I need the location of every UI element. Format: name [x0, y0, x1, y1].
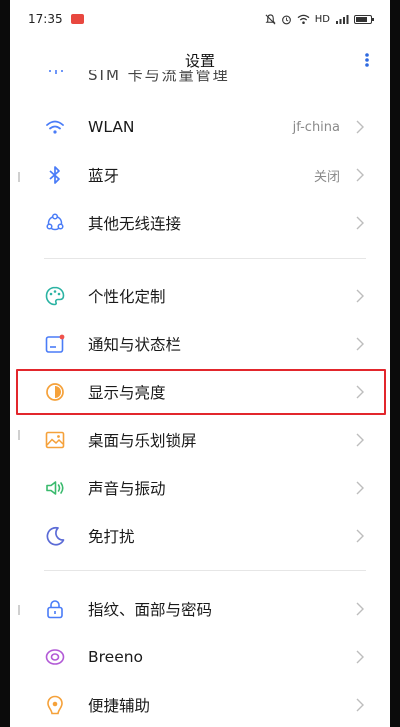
palette-icon	[45, 286, 65, 306]
status-bar: 17:35 HD	[10, 0, 390, 38]
settings-item-wlan[interactable]: WLAN jf-china	[10, 103, 390, 151]
chevron-right-icon	[356, 698, 364, 712]
bluetooth-value: 关闭	[313, 169, 340, 185]
security-label: 指纹、面部与密码	[88, 601, 213, 619]
wifi-icon	[46, 120, 64, 134]
personalize-label: 个性化定制	[88, 288, 166, 306]
section-divider	[44, 258, 366, 259]
accessibility-label: 便捷辅助	[88, 697, 151, 715]
chevron-right-icon	[356, 168, 364, 182]
section-divider	[44, 570, 366, 571]
chevron-right-icon	[356, 216, 364, 230]
chevron-right-icon	[356, 120, 364, 134]
settings-item-dnd[interactable]: 免打扰	[10, 512, 390, 560]
wifi-status-icon	[297, 14, 310, 24]
settings-item-sound[interactable]: 声音与振动	[10, 464, 390, 512]
breeno-label: Breeno	[88, 648, 144, 666]
chevron-right-icon	[356, 602, 364, 616]
settings-item-accessibility[interactable]: 便捷辅助	[10, 681, 390, 727]
other-wireless-label: 其他无线连接	[88, 215, 182, 233]
notification-label: 通知与状态栏	[88, 336, 182, 354]
wlan-label: WLAN	[88, 118, 135, 136]
settings-item-sim-partial[interactable]: SIM 卡与流量管理	[10, 70, 390, 88]
chevron-right-icon	[356, 481, 364, 495]
wallpaper-icon	[45, 431, 65, 449]
chevron-right-icon	[356, 433, 364, 447]
network-type: HD	[314, 13, 330, 25]
chevron-right-icon	[356, 337, 364, 351]
mute-icon	[265, 13, 276, 24]
alarm-icon	[281, 15, 291, 24]
speaker-icon	[46, 481, 64, 495]
bluetooth-label: 蓝牙	[88, 167, 120, 185]
settings-item-bluetooth[interactable]: 蓝牙 关闭	[10, 151, 390, 199]
more-options-icon[interactable]	[364, 52, 370, 68]
settings-item-breeno[interactable]: Breeno	[10, 633, 390, 681]
settings-item-other-wireless[interactable]: 其他无线连接	[10, 199, 390, 247]
sim-label: SIM 卡与流量管理	[88, 70, 230, 84]
dnd-label: 免打扰	[88, 528, 135, 546]
wlan-value: jf-china	[292, 119, 340, 135]
page-title: 设置	[184, 51, 215, 70]
accessibility-icon	[47, 695, 63, 715]
lock-icon	[47, 600, 63, 619]
moon-icon	[46, 526, 65, 546]
battery-icon	[354, 14, 374, 24]
breeno-icon	[45, 649, 65, 665]
signal-icon	[336, 14, 349, 24]
connection-icon	[46, 213, 64, 231]
wallpaper-label: 桌面与乐划锁屏	[88, 432, 197, 450]
notification-app-icon	[70, 14, 84, 24]
settings-screen: 17:35 HD 设置 SIM 卡与流量管理 WLAN jf-china 蓝牙 …	[10, 0, 390, 727]
highlight-box	[16, 369, 386, 415]
sim-icon	[49, 70, 63, 74]
chevron-right-icon	[356, 289, 364, 303]
settings-item-notification[interactable]: 通知与状态栏	[10, 320, 390, 368]
chevron-right-icon	[356, 529, 364, 543]
bluetooth-icon	[49, 166, 60, 184]
status-time: 17:35	[28, 12, 63, 26]
notification-icon	[45, 334, 65, 353]
settings-item-personalize[interactable]: 个性化定制	[10, 272, 390, 320]
settings-item-wallpaper[interactable]: 桌面与乐划锁屏	[10, 416, 390, 464]
sound-label: 声音与振动	[88, 480, 166, 498]
settings-item-security[interactable]: 指纹、面部与密码	[10, 585, 390, 633]
chevron-right-icon	[356, 650, 364, 664]
